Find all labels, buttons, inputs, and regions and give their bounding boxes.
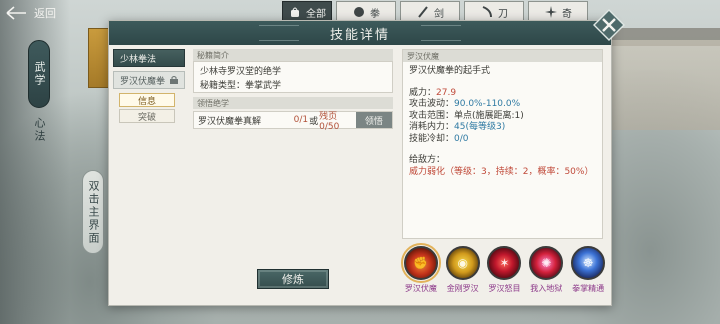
tab-blade-label: 刀: [498, 8, 508, 20]
intro-line-2: 秘籍类型：拳掌武学: [200, 81, 282, 91]
requirement-row: 罗汉伏魔拳真解 0/1 或 残页0/50 领悟: [193, 111, 393, 132]
detail-body: 罗汉伏魔拳的起手式 威力：27.9 攻击波动：90.0%-110.0% 攻击范围…: [403, 62, 602, 182]
stat-cost-value: 45(每等级3): [454, 122, 506, 132]
fury-icon: ✶: [487, 246, 522, 280]
nav-skill-shaolin-fist[interactable]: 少林拳法: [113, 49, 185, 67]
golden-shield-icon: ◉: [445, 246, 480, 280]
shuriken-icon: [544, 5, 558, 19]
skill-label: 罗汉伏魔: [404, 284, 437, 293]
skill-luohan-fumo[interactable]: ✊ 罗汉伏魔: [400, 243, 441, 306]
close-button[interactable]: [592, 8, 626, 42]
stat-power: 威力：27.9: [409, 88, 596, 100]
intro-column: 秘籍简介 少林寺罗汉堂的绝学 秘籍类型：拳掌武学 领悟绝学 罗汉伏魔拳真解 0/…: [193, 49, 393, 132]
stat-range: 攻击范围：单点(施展距离:1): [409, 111, 596, 123]
header-deco-right: [421, 25, 461, 41]
skill-jingang-luohan[interactable]: ◉ 金刚罗汉: [444, 246, 482, 306]
requirement-head: 领悟绝学: [193, 97, 393, 109]
intro-box: 少林寺罗汉堂的绝学 秘籍类型：拳掌武学: [193, 61, 393, 93]
stat-cooldown-value: 0/0: [454, 133, 469, 144]
train-button[interactable]: 修炼: [257, 269, 329, 289]
stat-range-value: 单点(施展距离:1): [454, 110, 524, 121]
requirement-count-a: 0/1: [293, 115, 309, 125]
mastery-icon: ☸: [571, 246, 606, 280]
skill-label: 拳掌精通: [572, 284, 605, 293]
modal-header: 技能详情: [109, 21, 611, 45]
stat-wave: 攻击波动：90.0%-110.0%: [409, 99, 596, 111]
requirement-sep: 或: [309, 116, 319, 127]
intro-head: 秘籍简介: [193, 49, 393, 61]
info-tab[interactable]: 信息: [119, 93, 175, 107]
nav-skill-luohan[interactable]: 罗汉伏魔拳: [113, 71, 185, 89]
tab-odd-label: 奇: [562, 8, 572, 20]
stat-cooldown-label: 技能冷却：: [409, 133, 455, 144]
breakthrough-tab[interactable]: 突破: [119, 109, 175, 123]
modal-title: 技能详情: [329, 27, 390, 43]
stat-power-label: 威力：: [409, 87, 437, 98]
skill-label: 金刚罗汉: [446, 284, 479, 293]
back-button[interactable]: 返回: [4, 3, 56, 23]
enemy-effect-label: 给敌方：: [409, 155, 446, 165]
intro-line-1: 少林寺罗汉堂的绝学: [200, 67, 282, 77]
tab-heart[interactable]: 心法: [28, 110, 50, 150]
fire-fist-icon: ✊: [400, 243, 441, 283]
back-arrow-icon: [4, 5, 28, 21]
stat-cost: 消耗内力：45(每等级3): [409, 122, 596, 134]
requirement-count-b: 残页0/50: [319, 111, 340, 132]
back-label: 返回: [34, 7, 56, 20]
stat-cooldown: 技能冷却：0/0: [409, 134, 596, 146]
claim-button[interactable]: 领悟: [355, 112, 392, 128]
detail-desc: 罗汉伏魔拳的起手式: [409, 66, 491, 76]
bag-icon: [288, 5, 302, 19]
background-building: [600, 40, 720, 130]
nav-skill-label: 罗汉伏魔拳: [120, 76, 166, 87]
skill-detail-modal: 技能详情 少林拳法 罗汉伏魔拳 信息 突破 秘籍简介 少林寺罗汉堂的绝学 秘籍类…: [108, 20, 612, 306]
tab-double-click-main[interactable]: 双击主界面: [82, 170, 104, 254]
skill-detail-panel: 罗汉伏魔 罗汉伏魔拳的起手式 威力：27.9 攻击波动：90.0%-110.0%…: [402, 49, 603, 239]
skill-nav: 少林拳法 罗汉伏魔拳 信息 突破: [113, 49, 185, 301]
hell-burst-icon: ✺: [529, 246, 564, 280]
skill-woru-diyu[interactable]: ✺ 我入地狱: [527, 246, 565, 306]
tab-martial[interactable]: 武学: [28, 40, 50, 108]
close-icon: [593, 9, 625, 41]
skill-label: 罗汉怒目: [488, 284, 521, 293]
blade-icon: [480, 5, 494, 19]
header-deco-left: [259, 25, 299, 41]
detail-head: 罗汉伏魔: [403, 50, 602, 62]
lock-icon: [169, 76, 179, 84]
skill-quanzhang-jingtong[interactable]: ☸ 拳掌精通: [569, 246, 607, 306]
requirement-item-name: 罗汉伏魔拳真解: [198, 116, 262, 127]
nav-skill-label: 少林拳法: [120, 54, 157, 65]
tab-fist-label: 拳: [370, 8, 380, 20]
skill-icon-row: ✊ 罗汉伏魔 ◉ 金刚罗汉 ✶ 罗汉怒目 ✺ 我入地狱 ☸ 拳掌精通: [400, 243, 607, 306]
stat-range-label: 攻击范围：: [409, 110, 455, 121]
stat-power-value: 27.9: [436, 87, 457, 98]
stat-wave-value: 90.0%-110.0%: [454, 99, 521, 109]
enemy-effect-value: 威力弱化（等级：3，持续：2，概率：50%）: [409, 166, 594, 177]
sword-icon: [416, 5, 430, 19]
tab-all-label: 全部: [306, 8, 326, 20]
fist-icon: [352, 5, 366, 19]
skill-luohan-numu[interactable]: ✶ 罗汉怒目: [486, 246, 524, 306]
stat-wave-label: 攻击波动：: [409, 99, 455, 109]
skill-label: 我入地狱: [530, 284, 563, 293]
tab-sword-label: 剑: [434, 8, 444, 20]
stat-cost-label: 消耗内力：: [409, 122, 455, 132]
